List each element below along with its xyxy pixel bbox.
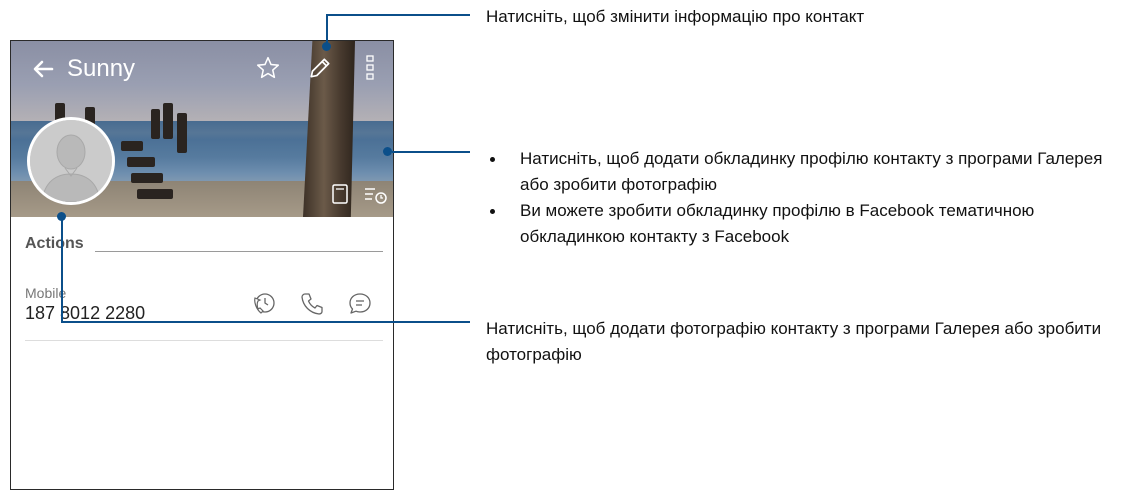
cover-post — [151, 109, 160, 139]
callout-dot-photo — [57, 212, 66, 221]
top-bar: Sunny — [11, 51, 393, 87]
row-divider — [25, 340, 383, 341]
cover-photo-icon[interactable] — [331, 183, 349, 205]
callout-line-photo — [61, 216, 63, 323]
callout-line-cover — [392, 151, 470, 153]
callout-text-edit: Натисніть, щоб змінити інформацію про ко… — [486, 7, 865, 26]
edit-pencil-icon[interactable] — [307, 55, 333, 81]
callout-text-photo: Натисніть, щоб додати фотографію контакт… — [486, 319, 1102, 364]
more-options-icon[interactable] — [363, 53, 377, 83]
contact-name: Sunny — [67, 55, 136, 82]
bullet-dot — [490, 157, 495, 162]
callout-dot-cover — [383, 147, 392, 156]
cover-post — [121, 141, 143, 151]
cover-post — [127, 157, 155, 167]
callout-bullets-cover: Натисніть, щоб додати обкладинку профілю… — [486, 146, 1126, 250]
callout-line-edit — [326, 14, 470, 16]
call-history-icon[interactable] — [251, 291, 277, 317]
section-divider — [95, 251, 383, 252]
bullet-dot — [490, 209, 495, 214]
section-title: Actions — [25, 235, 84, 252]
callout-bullet-text: Ви можете зробити обкладинку профілю в F… — [520, 201, 1035, 246]
callout-line-photo — [61, 321, 470, 323]
cover-post — [163, 103, 173, 139]
cover-post — [131, 173, 163, 183]
callout-bullet: Натисніть, щоб додати обкладинку профілю… — [486, 146, 1126, 198]
message-icon[interactable] — [347, 291, 373, 317]
history-icon[interactable] — [363, 185, 389, 205]
cover-post — [137, 189, 173, 199]
star-icon[interactable] — [255, 55, 281, 81]
contact-photo-icon[interactable] — [27, 117, 115, 205]
callout-bullet: Ви можете зробити обкладинку профілю в F… — [486, 198, 1126, 250]
cover-post — [177, 113, 187, 153]
callout-dot-edit — [322, 42, 331, 51]
back-arrow-icon[interactable] — [31, 57, 55, 81]
call-icon[interactable] — [299, 291, 325, 317]
phone-screen: Sunny Actions Mobile 187 8012 2280 — [10, 40, 394, 490]
callout-bullet-text: Натисніть, щоб додати обкладинку профілю… — [520, 149, 1103, 194]
